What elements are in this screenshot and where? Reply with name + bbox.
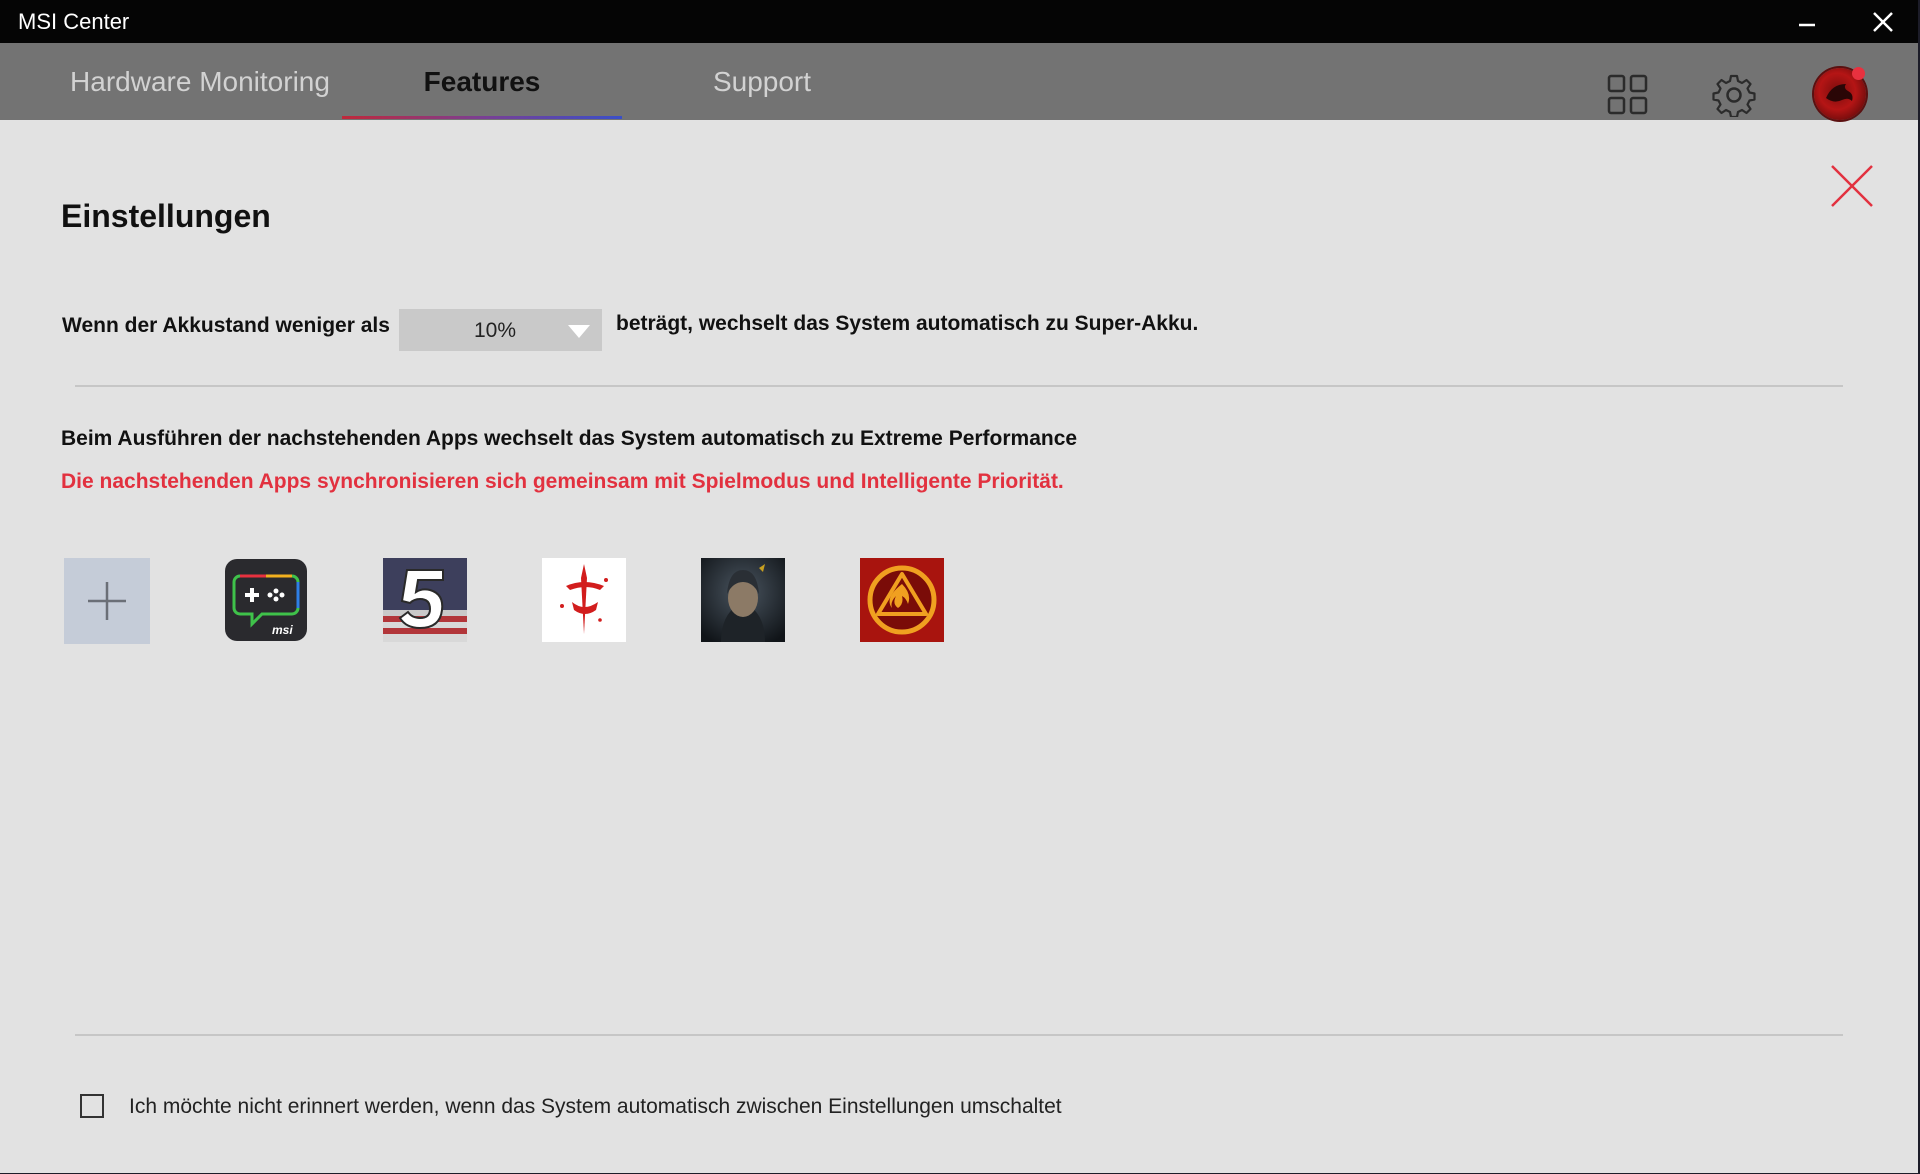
hooded-figure-icon xyxy=(701,558,785,642)
app-tile-hooded-figure[interactable] xyxy=(701,558,785,642)
app-tile-red-rune[interactable] xyxy=(542,558,626,642)
red-rune-icon xyxy=(542,558,626,642)
add-app-button[interactable] xyxy=(64,558,150,644)
minimize-button[interactable] xyxy=(1772,0,1842,43)
battery-rule-suffix: beträgt, wechselt das System automatisch… xyxy=(616,312,1199,335)
svg-text:msi: msi xyxy=(272,623,293,637)
gear-icon xyxy=(1712,74,1756,117)
tab-hardware-monitoring[interactable]: Hardware Monitoring xyxy=(60,43,340,120)
chevron-down-icon xyxy=(568,325,590,338)
tab-features[interactable]: Features xyxy=(342,43,622,120)
apps-section-note: Die nachstehenden Apps synchronisieren s… xyxy=(61,470,1064,493)
apps-section-title: Beim Ausführen der nachstehenden Apps we… xyxy=(61,427,1078,450)
active-tab-indicator xyxy=(342,116,622,119)
reminder-checkbox-label: Ich möchte nicht erinnert werden, wenn d… xyxy=(129,1095,1062,1118)
divider xyxy=(75,1034,1843,1036)
dropdown-selected-value: 10% xyxy=(474,319,517,342)
app-tile-msi-game-chat[interactable]: msi xyxy=(224,558,308,642)
window-close-button[interactable] xyxy=(1848,0,1918,43)
grid-button[interactable] xyxy=(1604,71,1652,119)
app-tile-fire-emblem[interactable] xyxy=(860,558,944,642)
minimize-icon xyxy=(1799,23,1815,26)
msi-center-window: MSI Center Hardware Monitoring Features … xyxy=(0,0,1918,1173)
reminder-checkbox[interactable] xyxy=(80,1094,104,1118)
page-title: Einstellungen xyxy=(61,198,271,234)
msi-game-chat-icon: msi xyxy=(225,559,307,641)
panel-close-button[interactable] xyxy=(1828,162,1876,210)
notification-badge xyxy=(1852,67,1865,80)
settings-button[interactable] xyxy=(1710,71,1758,119)
close-icon xyxy=(1831,165,1873,207)
plus-icon xyxy=(88,582,126,620)
number-five-flag-icon xyxy=(383,558,467,642)
tab-support[interactable]: Support xyxy=(622,43,902,120)
close-icon xyxy=(1873,11,1893,32)
battery-threshold-dropdown[interactable]: 10% xyxy=(399,309,602,351)
window-title: MSI Center xyxy=(18,9,130,34)
fire-emblem-icon xyxy=(860,558,944,642)
grid-icon xyxy=(1607,74,1648,115)
title-bar: MSI Center xyxy=(0,0,1918,43)
app-tile-game-five[interactable] xyxy=(383,558,467,642)
divider xyxy=(75,385,1843,387)
battery-rule-prefix: Wenn der Akkustand weniger als xyxy=(62,314,390,337)
